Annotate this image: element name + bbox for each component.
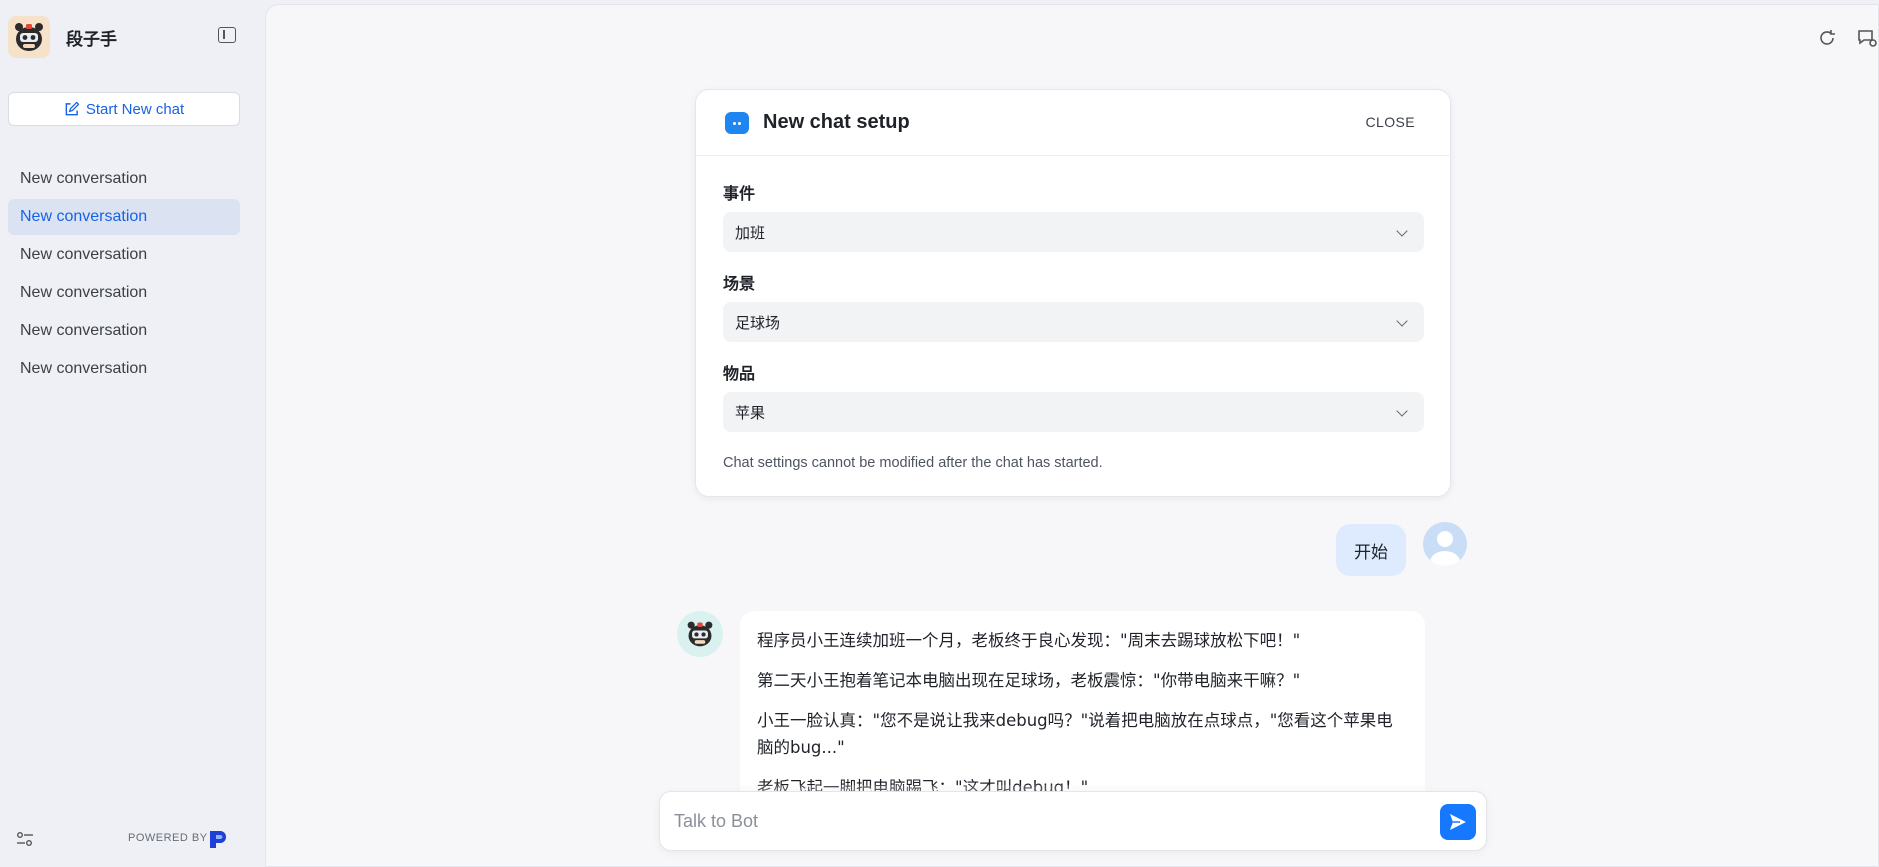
bot-message-paragraph: 小王一脸认真："您不是说让我来debug吗？"说着把电脑放在点球点，"您看这个苹… bbox=[757, 711, 1393, 757]
field-event: 事件 加班 bbox=[723, 180, 1424, 252]
refresh-icon[interactable] bbox=[1816, 27, 1838, 49]
conversation-list: New conversation New conversation New co… bbox=[8, 161, 240, 389]
select-value: 加班 bbox=[735, 223, 766, 242]
field-label: 物品 bbox=[723, 364, 756, 383]
bot-avatar bbox=[677, 611, 723, 657]
chevron-down-icon bbox=[1396, 225, 1408, 237]
chevron-down-icon bbox=[1396, 405, 1408, 417]
message-composer bbox=[659, 791, 1487, 851]
conversation-item[interactable]: New conversation bbox=[8, 351, 240, 387]
field-scene: 场景 足球场 bbox=[723, 270, 1424, 342]
bot-name: 段子手 bbox=[66, 29, 117, 50]
setup-title: New chat setup bbox=[763, 111, 910, 133]
user-avatar bbox=[1423, 522, 1467, 566]
settings-sliders-icon[interactable] bbox=[16, 831, 34, 847]
field-item: 物品 苹果 bbox=[723, 360, 1424, 432]
new-chat-setup-card: New chat setup CLOSE 事件 加班 场景 足球场 物品 苹果 bbox=[695, 89, 1451, 497]
setup-header: New chat setup CLOSE bbox=[696, 90, 1450, 156]
send-icon bbox=[1450, 814, 1466, 830]
sidebar: 段子手 Start New chat New conversation New … bbox=[0, 0, 264, 867]
chat-settings-icon[interactable] bbox=[1856, 27, 1878, 49]
close-button[interactable]: CLOSE bbox=[1366, 114, 1415, 130]
conversation-item[interactable]: New conversation bbox=[8, 275, 240, 311]
scene-select[interactable]: 足球场 bbox=[723, 302, 1424, 342]
sidebar-footer: POWERED BY bbox=[0, 825, 264, 853]
start-new-chat-label: Start New chat bbox=[85, 100, 185, 118]
chevron-down-icon bbox=[1396, 315, 1408, 327]
bot-chat-icon bbox=[725, 111, 749, 134]
event-select[interactable]: 加班 bbox=[723, 212, 1424, 252]
field-label: 场景 bbox=[723, 274, 756, 293]
top-toolbar bbox=[1816, 27, 1878, 49]
bot-message-paragraph: 第二天小王抱着笔记本电脑出现在足球场，老板震惊："你带电脑来干嘛？" bbox=[757, 671, 1301, 690]
bot-brand: 段子手 bbox=[8, 16, 117, 58]
conversation-item[interactable]: New conversation bbox=[8, 237, 240, 273]
conversation-item[interactable]: New conversation bbox=[8, 313, 240, 349]
user-message: 开始 bbox=[1336, 524, 1406, 576]
bot-logo-icon bbox=[8, 16, 50, 58]
select-value: 足球场 bbox=[735, 313, 781, 332]
conversation-item[interactable]: New conversation bbox=[8, 161, 240, 197]
select-value: 苹果 bbox=[735, 403, 766, 422]
item-select[interactable]: 苹果 bbox=[723, 392, 1424, 432]
powered-by-label: POWERED BY bbox=[128, 832, 208, 844]
chat-main: New chat setup CLOSE 事件 加班 场景 足球场 物品 苹果 bbox=[265, 4, 1879, 867]
bot-message-paragraph: 程序员小王连续加班一个月，老板终于良心发现："周末去踢球放松下吧！" bbox=[757, 631, 1301, 650]
field-label: 事件 bbox=[723, 184, 756, 203]
send-button[interactable] bbox=[1440, 804, 1476, 840]
platform-logo-icon[interactable] bbox=[207, 829, 229, 849]
edit-icon bbox=[65, 101, 79, 115]
setup-note: Chat settings cannot be modified after t… bbox=[723, 455, 1103, 471]
start-new-chat-button[interactable]: Start New chat bbox=[8, 92, 240, 126]
conversation-item-active[interactable]: New conversation bbox=[8, 199, 240, 235]
message-input[interactable] bbox=[674, 806, 1394, 836]
sidebar-collapse-icon[interactable] bbox=[218, 27, 236, 43]
